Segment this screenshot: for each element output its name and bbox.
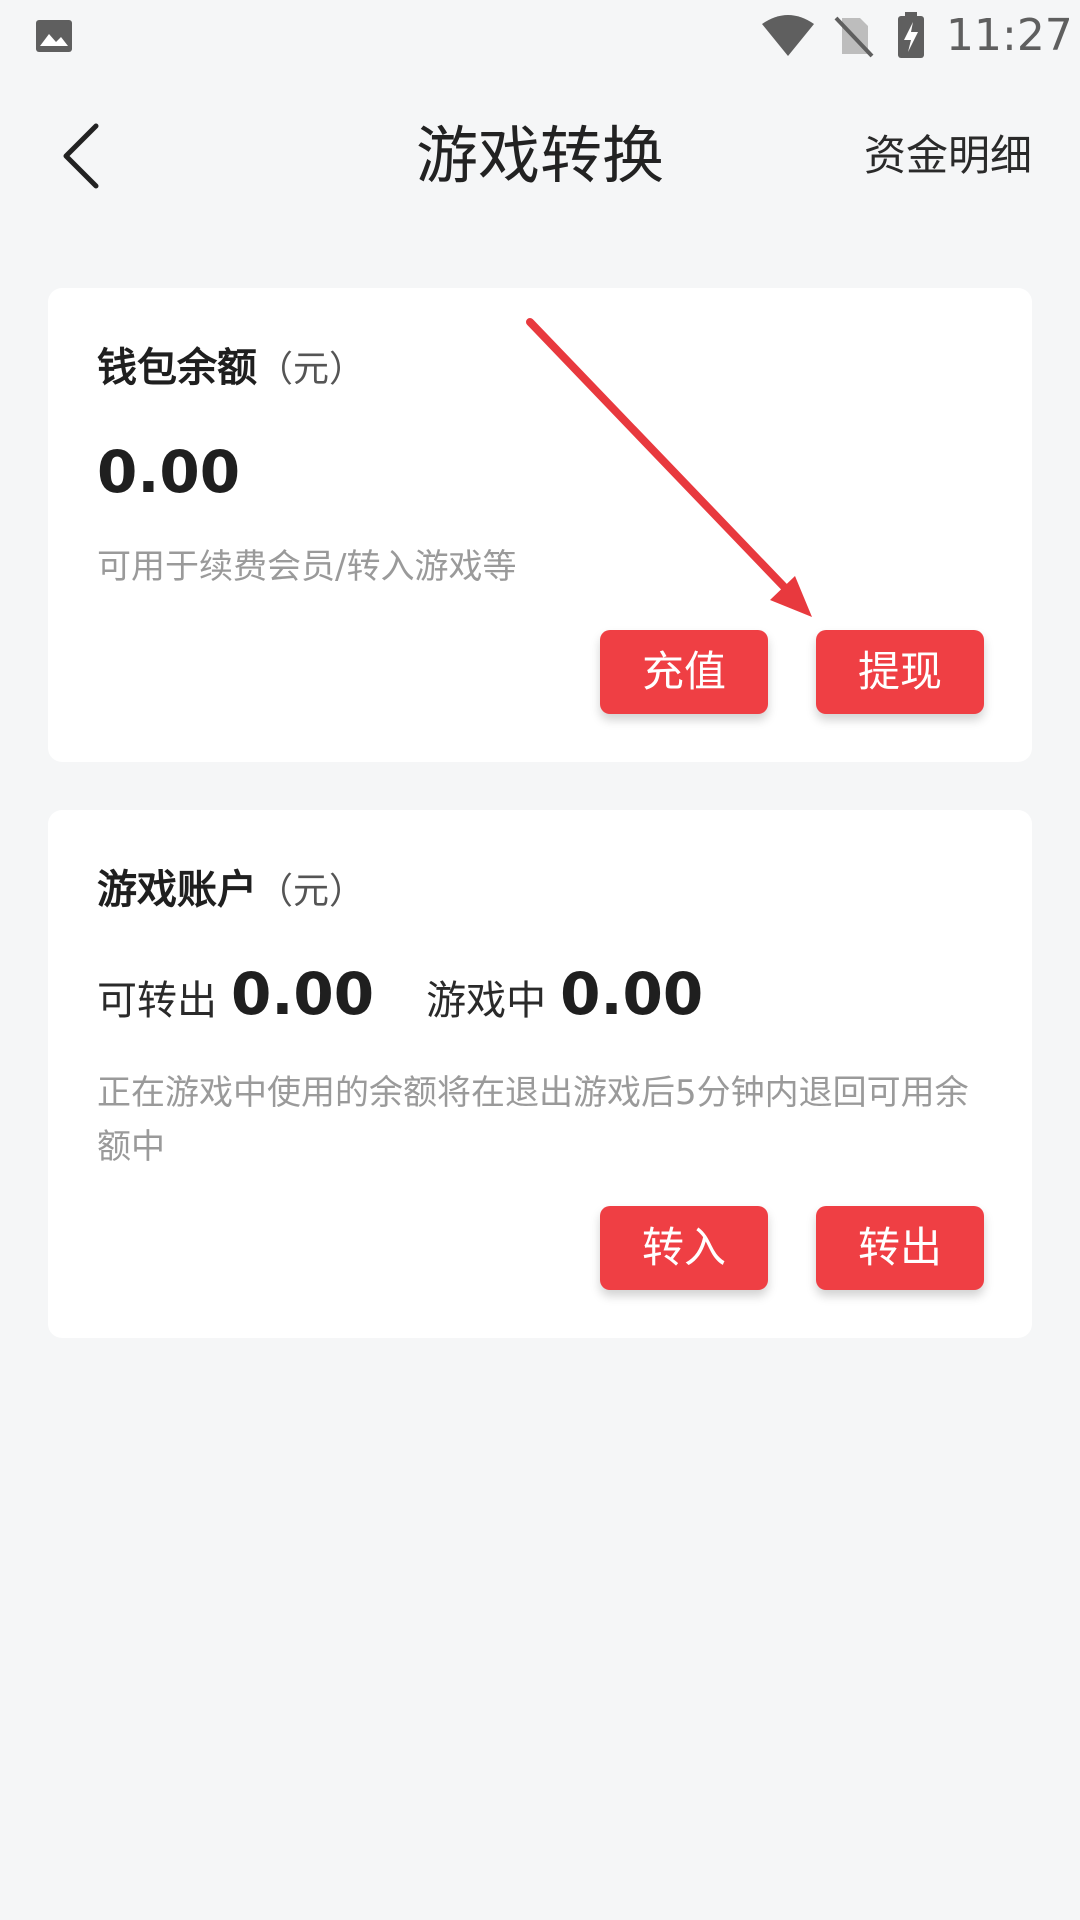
gallery-icon xyxy=(36,20,72,52)
recharge-button[interactable]: 充值 xyxy=(600,630,768,714)
game-account-title-unit: （元） xyxy=(257,871,366,912)
transfer-out-button[interactable]: 转出 xyxy=(816,1206,984,1290)
wifi-icon xyxy=(762,15,814,56)
wallet-amount: 0.00 xyxy=(97,438,241,506)
in-game-value: 0.00 xyxy=(560,960,704,1028)
wallet-title: 钱包余额（元） xyxy=(97,340,365,398)
game-account-card: 游戏账户（元） 可转出 0.00 游戏中 0.00 正在游戏中使用的余额将在退出… xyxy=(48,810,1032,1338)
transferable-label: 可转出 xyxy=(97,978,217,1024)
wallet-note: 可用于续费会员/转入游戏等 xyxy=(97,547,517,587)
game-account-note: 正在游戏中使用的余额将在退出游戏后5分钟内退回可用余额中 xyxy=(97,1073,969,1167)
no-sim-icon xyxy=(834,16,874,58)
header: 游戏转换 资金明细 xyxy=(0,96,1080,216)
withdraw-button[interactable]: 提现 xyxy=(816,630,984,714)
in-game-label: 游戏中 xyxy=(426,978,547,1024)
status-time: 11:27 xyxy=(946,10,1073,61)
transfer-in-button[interactable]: 转入 xyxy=(600,1206,768,1290)
wallet-title-unit: （元） xyxy=(257,349,366,390)
wallet-card: 钱包余额（元） 0.00 可用于续费会员/转入游戏等 充值 提现 xyxy=(48,288,1032,762)
wallet-title-text: 钱包余额 xyxy=(97,345,257,391)
fund-details-link[interactable]: 资金明细 xyxy=(864,128,1032,184)
game-account-title-text: 游戏账户 xyxy=(97,867,257,913)
game-balance-row: 可转出 0.00 游戏中 0.00 xyxy=(97,960,703,1032)
status-bar: 11:27 xyxy=(0,0,1080,72)
game-account-title: 游戏账户（元） xyxy=(97,862,365,920)
transferable-value: 0.00 xyxy=(231,960,375,1028)
battery-charging-icon xyxy=(898,12,924,58)
